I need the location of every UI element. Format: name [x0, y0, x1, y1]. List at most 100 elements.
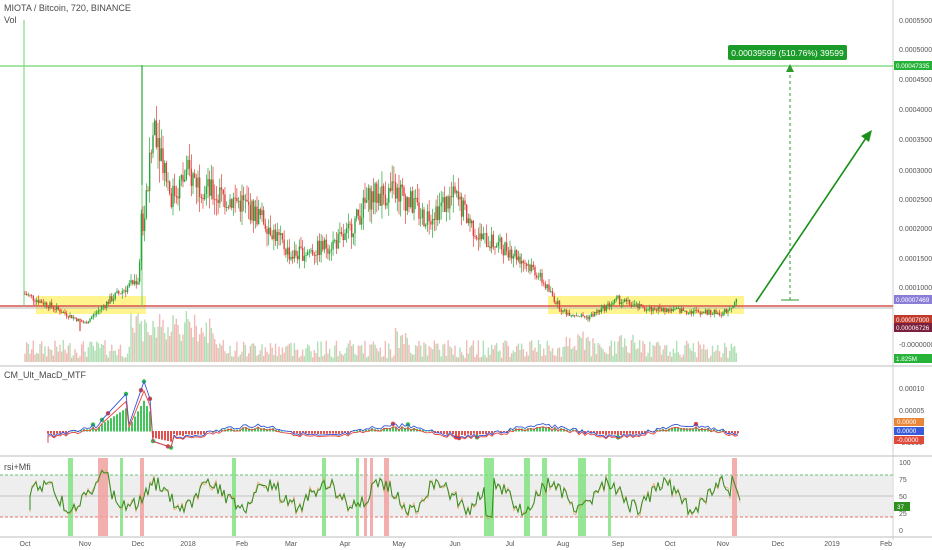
volume-bar [562, 347, 564, 362]
volume-bar [315, 353, 317, 362]
candle-body [522, 260, 525, 263]
candle-body [514, 250, 516, 257]
macd-histogram-bar [611, 431, 613, 435]
volume-bar [469, 347, 471, 362]
volume-bar [137, 312, 139, 362]
candle-body [72, 317, 75, 319]
rsi-overbought-highlight [370, 458, 373, 536]
price-tick-label: 0.00040000 [899, 107, 932, 114]
candle-body [268, 227, 270, 235]
candle-body [160, 148, 163, 162]
symbol-title: MIOTA / Bitcoin, 720, BINANCE [4, 3, 131, 13]
candle-body [388, 188, 390, 203]
candle-body [565, 309, 568, 315]
volume-bar [27, 343, 30, 362]
macd-histogram-bar [188, 431, 190, 435]
candle-body [525, 263, 528, 266]
candle-body [406, 197, 409, 211]
volume-bar [664, 345, 666, 362]
candle-body [675, 308, 678, 310]
volume-bar [45, 356, 48, 362]
candle-body [167, 181, 169, 183]
volume-bar [479, 357, 481, 362]
volume-bar [602, 349, 604, 362]
volume-bar [675, 340, 678, 362]
macd-histogram-bar [728, 431, 730, 434]
candle-body [689, 311, 691, 314]
volume-bar [82, 341, 85, 362]
macd-histogram-bar [137, 411, 139, 432]
volume-bar [697, 341, 700, 362]
volume-bar [605, 353, 608, 362]
candle-body [704, 309, 707, 314]
candle-body [679, 308, 681, 313]
time-tick-label: Dec [132, 541, 145, 548]
candle-body [317, 240, 319, 256]
volume-bar [557, 348, 559, 362]
volume-bar [344, 353, 346, 362]
candle-body [428, 211, 430, 222]
volume-bar [502, 342, 505, 362]
volume-bar [37, 353, 40, 362]
macd-histogram-bar [464, 431, 466, 436]
volume-bar [62, 340, 65, 362]
volume-bar [34, 354, 36, 362]
volume-bar [377, 351, 380, 362]
candle-body [185, 169, 188, 180]
volume-bar [590, 356, 593, 362]
volume-bar [588, 340, 591, 362]
macd-axis: 0.000100.000050.0000-0.00000.00000.0000-… [894, 386, 924, 447]
volume-bar [394, 327, 397, 362]
macd-histogram-bar [314, 431, 316, 434]
macd-histogram-bar [113, 416, 115, 432]
chart-canvas[interactable]: 0.00039599 (510.76%) 39599 MIOTA / Bitco… [0, 0, 932, 550]
volume-bar [362, 353, 365, 362]
rsi-oversold-highlight [68, 458, 73, 536]
volume-bar [687, 343, 690, 362]
volume-bar [735, 352, 738, 362]
volume-bar [704, 349, 707, 362]
candle-body [713, 310, 715, 315]
volume-bar [627, 352, 629, 362]
volume-bar [563, 346, 566, 362]
candle-body [318, 240, 321, 255]
volume-bar [64, 349, 66, 362]
candle-body [618, 295, 621, 305]
time-axis[interactable]: Oct Nov Dec 2018 Feb Mar Apr May Jun Jul Aug Sep Oct… [20, 541, 893, 548]
candle-body [597, 310, 599, 313]
macd-histogram-bar [185, 431, 187, 435]
candle-body [457, 191, 460, 200]
macd-histogram-bar [125, 408, 127, 432]
volume-bar [170, 331, 173, 362]
volume-bar [190, 327, 193, 362]
macd-line [47, 380, 739, 449]
volume-bar [249, 346, 252, 362]
volume-bar [371, 344, 373, 362]
volume-bar [406, 337, 409, 362]
macd-histogram-bar [455, 431, 457, 436]
candle-body [394, 182, 397, 199]
volume-bar [217, 347, 219, 362]
candle-body [640, 304, 643, 306]
candle-body [276, 232, 278, 241]
volume-bar [259, 350, 262, 362]
candle-body [295, 250, 297, 256]
volume-bar [435, 343, 437, 362]
volume-bar [367, 356, 370, 362]
macd-histogram-bar [626, 431, 628, 435]
macd-histogram-bar [311, 431, 313, 434]
candle-body [50, 302, 53, 307]
candle-body [557, 300, 559, 304]
rsi-tick-label: 50 [899, 494, 907, 501]
volume-bar [271, 347, 273, 362]
macd-tick-label: 0.00010 [899, 386, 924, 393]
candle-body [47, 306, 50, 309]
volume-bar [403, 344, 405, 362]
macd-histogram-bar [161, 431, 163, 440]
candle-body [567, 312, 569, 315]
macd-histogram-bar [482, 431, 484, 435]
macd-histogram-bar [173, 431, 175, 434]
volume-bar [667, 355, 670, 362]
candle-body [723, 309, 726, 313]
volume-bar [567, 346, 569, 362]
